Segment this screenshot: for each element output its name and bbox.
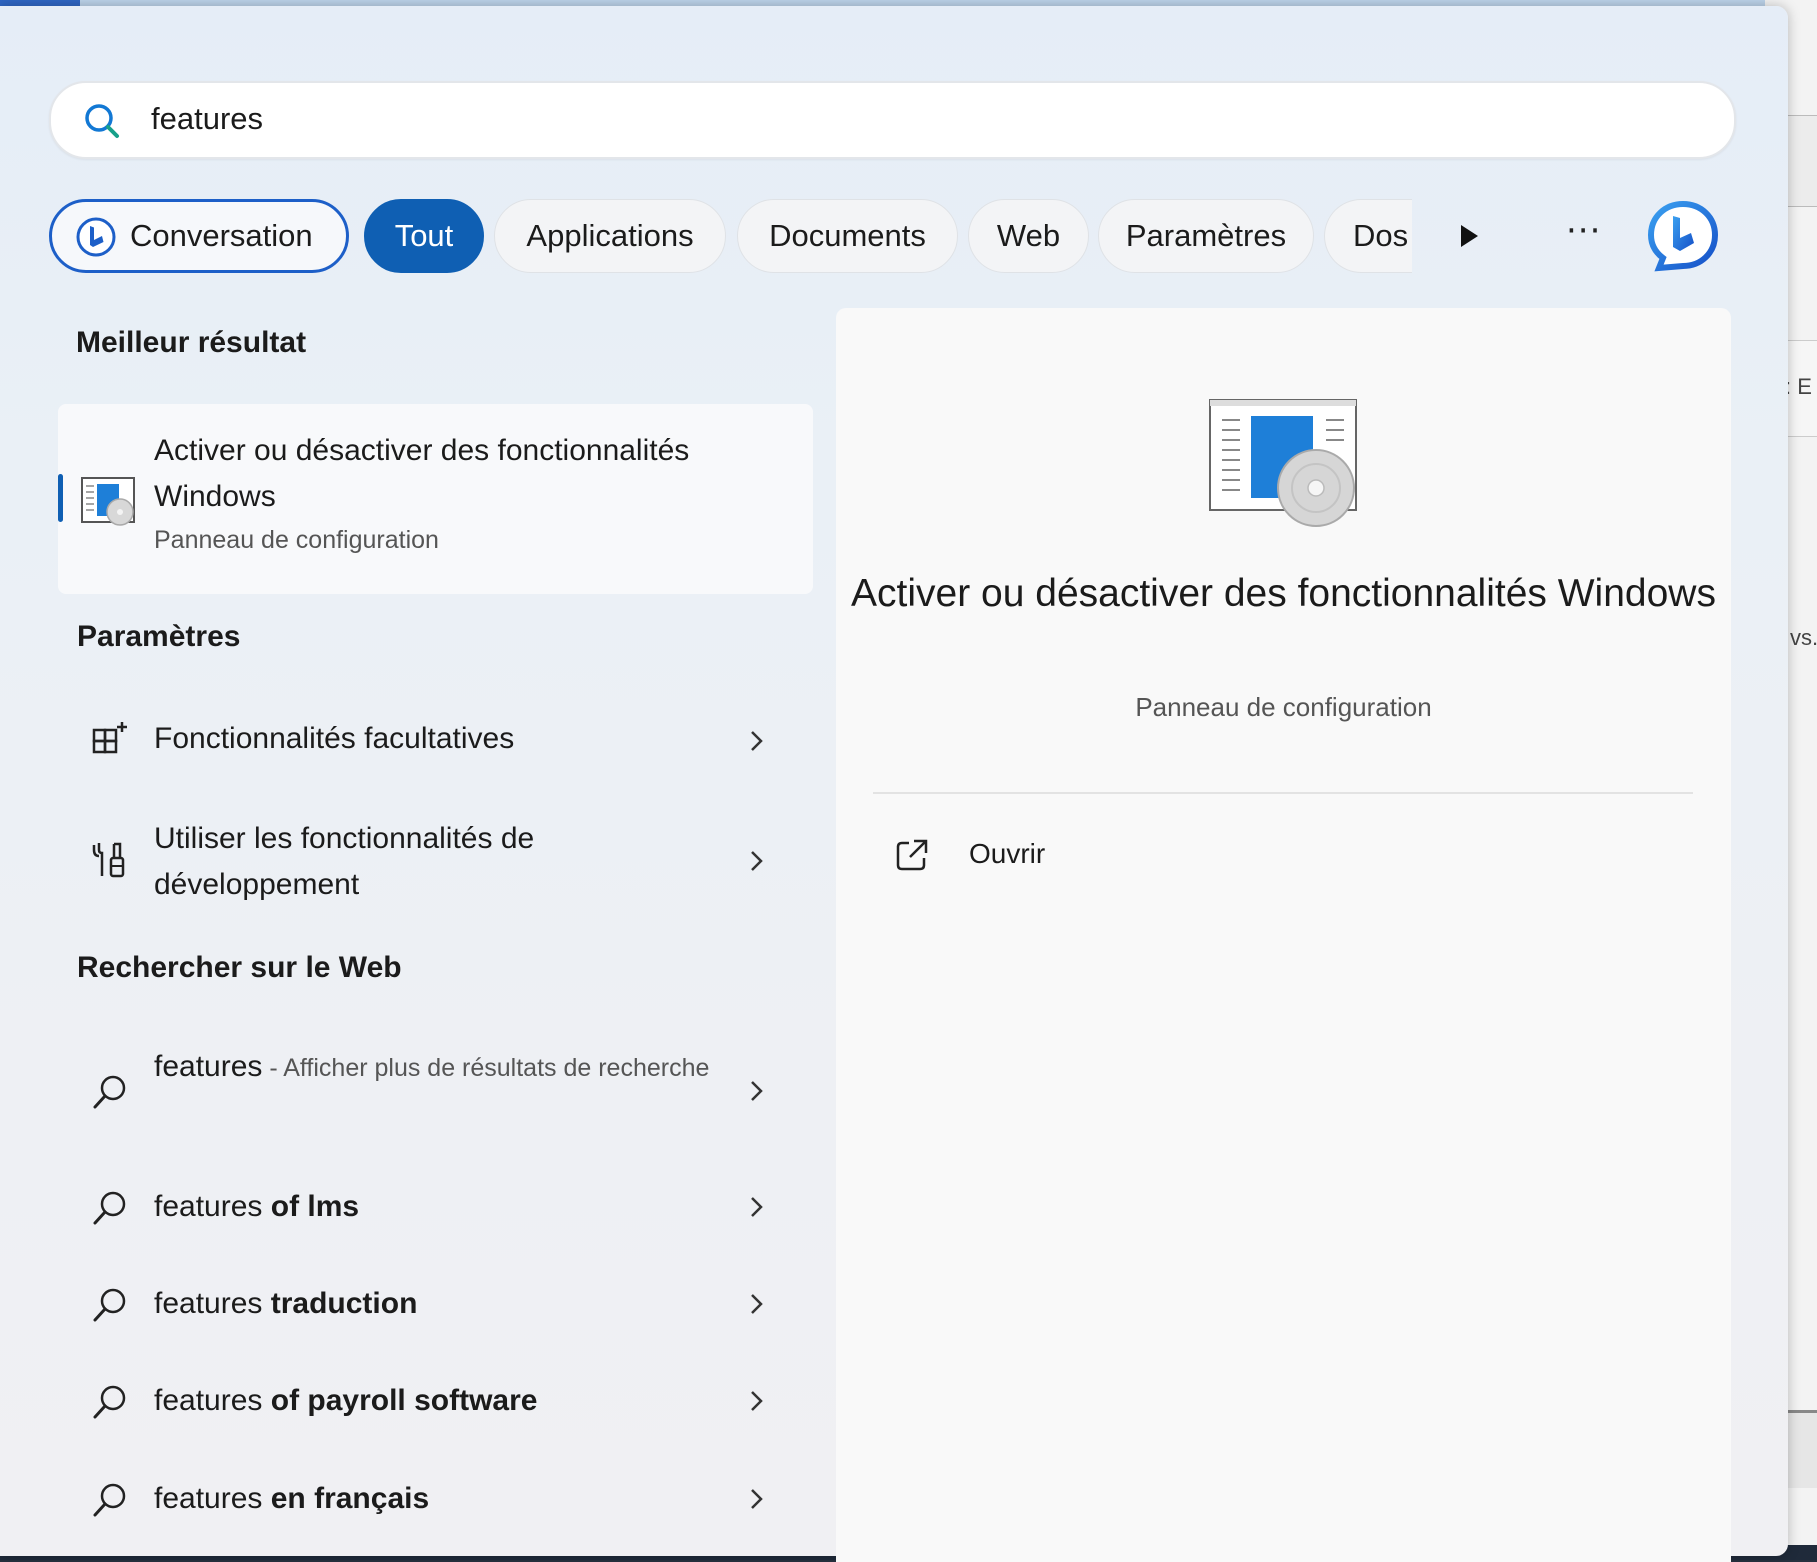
windows-features-icon bbox=[1209, 399, 1357, 527]
filter-applications[interactable]: Applications bbox=[494, 199, 726, 273]
web-result-query: features bbox=[154, 1287, 263, 1320]
chevron-right-icon bbox=[751, 1081, 763, 1101]
filter-label: Applications bbox=[526, 218, 694, 253]
settings-item-label: Utiliser les fonctionnalités de développ… bbox=[154, 822, 535, 901]
search-icon bbox=[93, 1483, 126, 1517]
search-input[interactable]: features bbox=[151, 101, 263, 137]
filter-label: Dos bbox=[1353, 218, 1409, 253]
web-result-suffix: - Afficher plus de résultats de recherch… bbox=[262, 1054, 710, 1082]
settings-item-optional-features[interactable]: Fonctionnalités facultatives bbox=[58, 696, 813, 786]
web-result-item[interactable]: features of lms bbox=[58, 1166, 813, 1256]
preview-subtitle: Panneau de configuration bbox=[1135, 692, 1432, 722]
result-preview-pane: Activer ou désactiver des fonctionnalité… bbox=[836, 308, 1731, 1562]
web-result-query: features bbox=[154, 1482, 263, 1515]
web-result-suffix: en français bbox=[262, 1482, 430, 1515]
web-result-suffix: of payroll software bbox=[262, 1384, 538, 1417]
best-match-heading: Meilleur résultat bbox=[76, 326, 307, 359]
filter-label: Documents bbox=[769, 218, 926, 253]
divider bbox=[873, 792, 1693, 794]
web-result-suffix: traduction bbox=[262, 1287, 418, 1320]
best-match-result[interactable]: Activer ou désactiver des fonctionnalité… bbox=[58, 404, 813, 594]
settings-item-label: Fonctionnalités facultatives bbox=[154, 722, 515, 755]
filter-settings[interactable]: Paramètres bbox=[1098, 199, 1314, 273]
bing-chat-icon bbox=[76, 217, 116, 257]
filter-folders[interactable]: Dos bbox=[1324, 199, 1412, 273]
web-result-query: features bbox=[154, 1050, 263, 1083]
filter-documents[interactable]: Documents bbox=[737, 199, 958, 273]
scroll-filters-right-icon[interactable] bbox=[1448, 216, 1488, 256]
open-external-icon bbox=[896, 839, 928, 871]
best-match-title: Activer ou désactiver des fonctionnalité… bbox=[154, 434, 690, 513]
background-text: vs. bbox=[1790, 625, 1817, 650]
filter-all[interactable]: Tout bbox=[364, 199, 484, 273]
filter-web[interactable]: Web bbox=[968, 199, 1089, 273]
search-box[interactable]: features bbox=[49, 81, 1736, 159]
search-icon bbox=[93, 1288, 126, 1322]
search-icon bbox=[93, 1075, 126, 1109]
search-icon bbox=[93, 1191, 126, 1225]
chevron-right-icon bbox=[751, 1294, 763, 1314]
web-result-item[interactable]: features en français bbox=[58, 1458, 813, 1548]
chevron-right-icon bbox=[751, 1489, 763, 1509]
background-text: : E bbox=[1785, 374, 1812, 399]
search-icon bbox=[93, 1385, 126, 1419]
web-search-heading: Rechercher sur le Web bbox=[77, 951, 402, 984]
settings-item-developer-features[interactable]: Utiliser les fonctionnalités de développ… bbox=[58, 806, 813, 916]
chevron-right-icon bbox=[751, 1391, 763, 1411]
web-result-item[interactable]: features - Afficher plus de résultats de… bbox=[58, 1036, 813, 1146]
web-result-query: features bbox=[154, 1384, 263, 1417]
chevron-right-icon bbox=[751, 1197, 763, 1217]
open-action[interactable]: Ouvrir bbox=[873, 828, 1273, 888]
open-action-label: Ouvrir bbox=[969, 838, 1046, 869]
more-filters-button[interactable]: ··· bbox=[1566, 211, 1601, 251]
chevron-right-icon bbox=[751, 851, 763, 871]
preview-title: Activer ou désactiver des fonctionnalité… bbox=[851, 572, 1716, 615]
filter-label: Conversation bbox=[130, 218, 313, 253]
best-match-subtitle: Panneau de configuration bbox=[154, 526, 439, 554]
settings-heading: Paramètres bbox=[77, 620, 241, 653]
optional-features-icon bbox=[92, 722, 127, 754]
bing-icon[interactable] bbox=[1645, 198, 1721, 274]
chevron-right-icon bbox=[751, 731, 763, 751]
filter-label: Paramètres bbox=[1125, 218, 1287, 253]
selection-indicator bbox=[58, 474, 63, 522]
filter-label: Web bbox=[996, 218, 1061, 253]
developer-tools-icon bbox=[92, 842, 125, 878]
search-panel: features Conversation Tout Applications … bbox=[0, 6, 1788, 1562]
windows-features-icon bbox=[81, 477, 135, 526]
web-result-item[interactable]: features traduction bbox=[58, 1263, 813, 1353]
web-result-query: features bbox=[154, 1190, 263, 1223]
search-icon bbox=[85, 104, 119, 138]
web-result-suffix: of lms bbox=[262, 1190, 360, 1223]
filter-conversation[interactable]: Conversation bbox=[49, 199, 349, 273]
filter-label: Tout bbox=[394, 218, 454, 253]
web-result-item[interactable]: features of payroll software bbox=[58, 1360, 813, 1450]
